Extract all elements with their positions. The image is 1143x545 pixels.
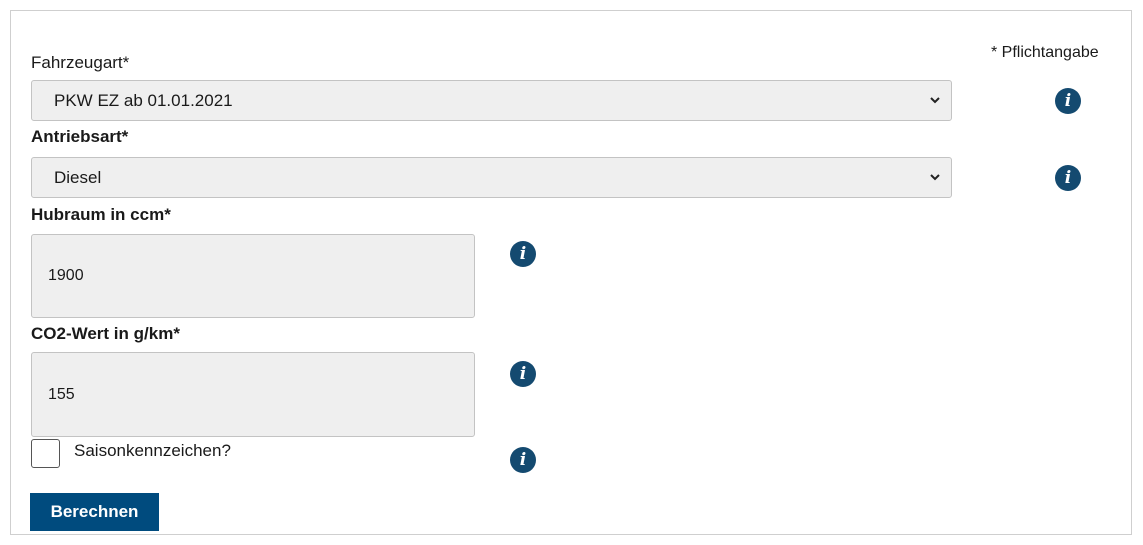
displacement-input[interactable]: 1900: [31, 234, 475, 318]
displacement-value: 1900: [48, 267, 84, 284]
required-note: * Pflichtangabe: [991, 44, 1099, 61]
chevron-down-icon: [930, 97, 940, 104]
drive-type-label: Antriebsart*: [31, 127, 129, 146]
info-icon[interactable]: i: [510, 361, 536, 387]
co2-input[interactable]: 155: [31, 352, 475, 437]
drive-type-value: Diesel: [54, 168, 102, 187]
drive-type-select[interactable]: Diesel: [31, 157, 952, 198]
info-icon[interactable]: i: [1055, 88, 1081, 114]
vehicle-type-label: Fahrzeugart*: [31, 53, 130, 72]
info-icon[interactable]: i: [510, 241, 536, 267]
info-icon[interactable]: i: [510, 447, 536, 473]
info-icon[interactable]: i: [1055, 165, 1081, 191]
displacement-label: Hubraum in ccm*: [31, 205, 171, 224]
vehicle-type-select[interactable]: PKW EZ ab 01.01.2021: [31, 80, 952, 121]
co2-label: CO2-Wert in g/km*: [31, 324, 180, 343]
seasonal-plate-label: Saisonkennzeichen?: [74, 441, 231, 460]
vehicle-type-value: PKW EZ ab 01.01.2021: [54, 91, 233, 110]
seasonal-plate-checkbox[interactable]: [31, 439, 60, 468]
co2-value: 155: [48, 385, 75, 403]
calculate-button[interactable]: Berechnen: [30, 493, 159, 531]
chevron-down-icon: [930, 174, 940, 181]
